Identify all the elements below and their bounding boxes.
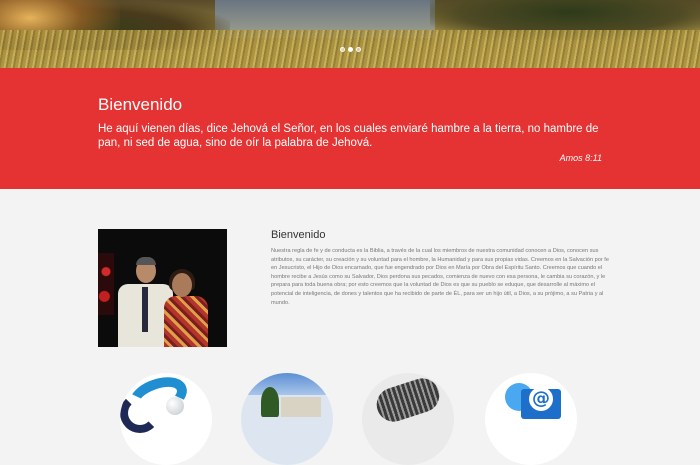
building-photo-structure (281, 397, 321, 417)
swoosh-logo-ball (166, 397, 184, 415)
building-photo-icon (241, 373, 333, 395)
microphone-icon (372, 373, 444, 427)
welcome-banner: Bienvenido He aquí vienen días, dice Jeh… (0, 68, 700, 189)
email-at-icon: @ (529, 387, 553, 411)
feature-circle-logo[interactable] (120, 373, 212, 465)
about-text-block: Bienvenido Nuestra regla de fe y de cond… (271, 229, 611, 307)
feature-circle-building[interactable] (241, 373, 333, 465)
carousel-dot-1[interactable] (340, 47, 345, 52)
pastors-photo (98, 229, 227, 347)
banner-quote: He aquí vienen días, dice Jehová el Seño… (98, 123, 599, 149)
photo-woman-head (172, 273, 192, 297)
photo-man-tie (142, 287, 148, 332)
feature-circle-microphone[interactable] (362, 373, 454, 465)
banner-title: Bienvenido (98, 95, 183, 114)
photo-woman-body (164, 296, 208, 347)
building-photo-tree (261, 387, 279, 417)
hero-carousel (0, 0, 700, 68)
carousel-dot-2[interactable] (348, 47, 353, 52)
photo-man-hair (136, 257, 156, 265)
about-heading: Bienvenido (271, 229, 326, 241)
carousel-indicators (340, 47, 361, 52)
photo-flowers (98, 253, 114, 315)
carousel-dot-3[interactable] (356, 47, 361, 52)
feature-circle-email[interactable]: @ (485, 373, 577, 465)
feature-circles: @ (0, 373, 700, 465)
about-body: Nuestra regla de fe y de conducta es la … (271, 248, 609, 306)
banner-citation: Amos 8:11 (559, 153, 602, 163)
